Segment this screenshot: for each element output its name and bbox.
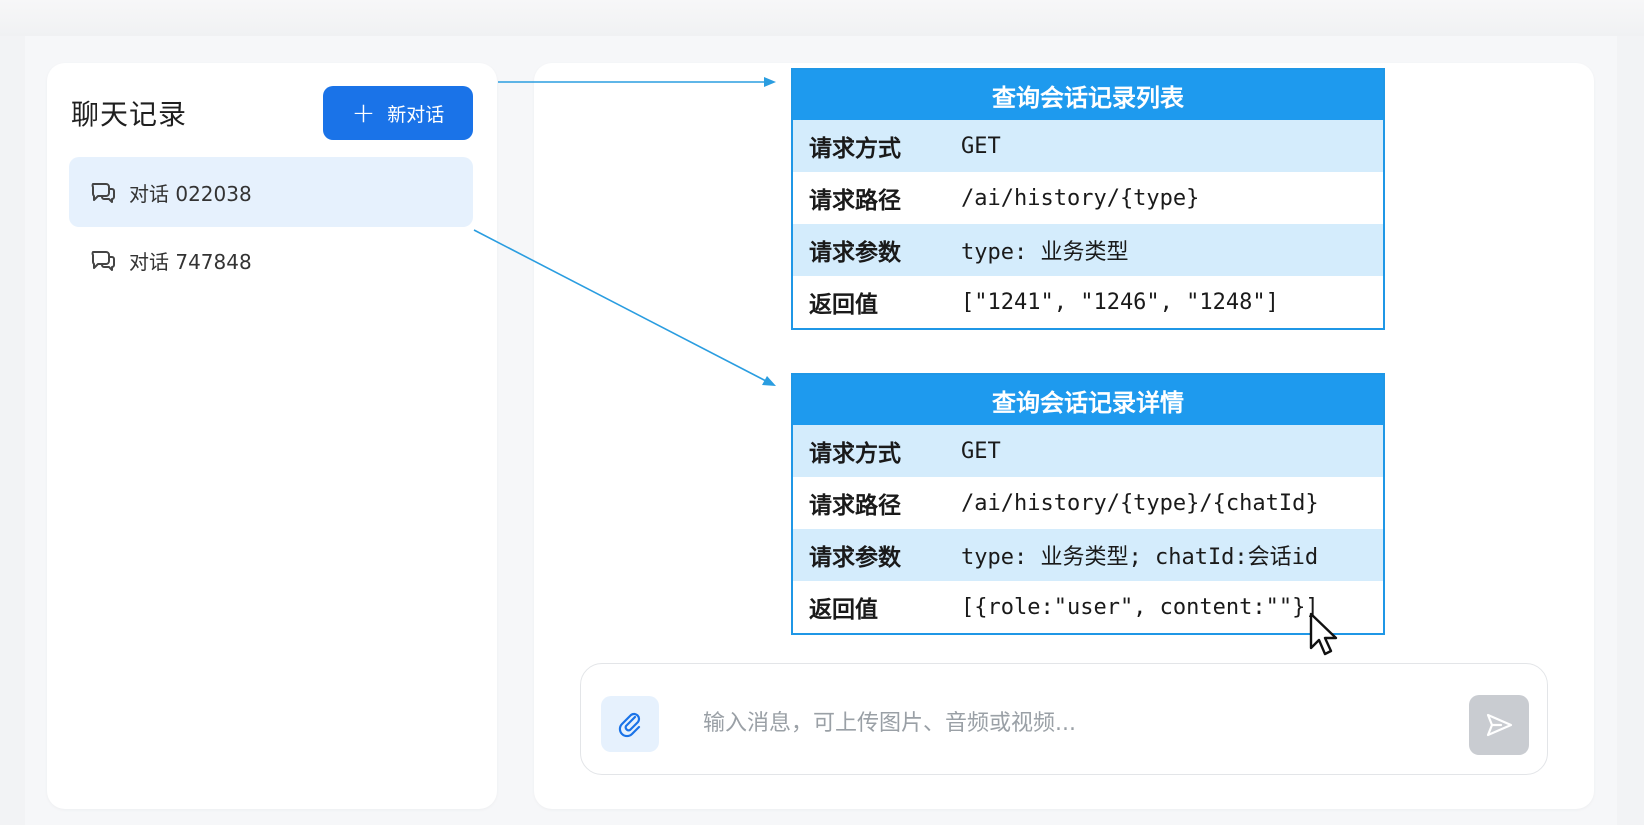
window-top-strip (0, 0, 1644, 36)
chat-bubbles-icon (91, 251, 115, 271)
api-row-key: 请求路径 (809, 493, 901, 519)
api-row-value: type: 业务类型; chatId:会话id (961, 545, 1319, 570)
paperclip-icon (618, 712, 641, 738)
send-button[interactable] (1469, 695, 1529, 755)
api-row-value: /ai/history/{type} (961, 185, 1200, 211)
api-row-key: 请求路径 (809, 188, 901, 214)
new-chat-label: 新对话 (387, 103, 445, 126)
api-row-value: type: 业务类型 (961, 240, 1129, 265)
api-row-path: 请求路径 /ai/history/{type} (793, 172, 1383, 224)
api-row-return: 返回值 [{role:"user", content:""}] (793, 581, 1383, 633)
api-row-key: 返回值 (809, 597, 878, 623)
api-row-key: 请求方式 (809, 136, 901, 162)
new-chat-button[interactable]: + 新对话 (323, 86, 473, 140)
api-row-return: 返回值 ["1241", "1246", "1248"] (793, 276, 1383, 328)
chat-item-label: 对话 747848 (129, 249, 252, 274)
message-composer (580, 663, 1548, 775)
chat-bubbles-icon (91, 183, 115, 203)
api-row-params: 请求参数 type: 业务类型 (793, 224, 1383, 276)
api-row-key: 请求参数 (809, 545, 901, 571)
api-row-method: 请求方式 GET (793, 120, 1383, 172)
chat-item-label: 对话 022038 (129, 181, 252, 206)
api-row-method: 请求方式 GET (793, 425, 1383, 477)
api-row-path: 请求路径 /ai/history/{type}/{chatId} (793, 477, 1383, 529)
api-row-value: GET (961, 438, 1001, 464)
api-row-value: GET (961, 133, 1001, 159)
chat-list-item[interactable]: 对话 022038 (69, 157, 473, 227)
api-row-key: 请求方式 (809, 441, 901, 467)
message-input[interactable] (701, 700, 1425, 746)
api-row-key: 请求参数 (809, 240, 901, 266)
api-card-title: 查询会话记录列表 (793, 70, 1383, 120)
chat-list-item[interactable]: 对话 747848 (69, 225, 473, 295)
attach-button[interactable] (601, 696, 659, 752)
api-card-history-detail: 查询会话记录详情 请求方式 GET 请求路径 /ai/history/{type… (791, 373, 1385, 635)
api-row-params: 请求参数 type: 业务类型; chatId:会话id (793, 529, 1383, 581)
chat-history-sidebar: 聊天记录 + 新对话 对话 022038 对话 747848 (47, 63, 497, 809)
api-row-value: /ai/history/{type}/{chatId} (961, 490, 1319, 516)
api-card-history-list: 查询会话记录列表 请求方式 GET 请求路径 /ai/history/{type… (791, 68, 1385, 330)
mouse-cursor-icon (1309, 612, 1338, 656)
api-row-key: 返回值 (809, 292, 878, 318)
send-icon (1486, 713, 1513, 737)
api-row-value: [{role:"user", content:""}] (961, 594, 1319, 620)
api-row-value: ["1241", "1246", "1248"] (961, 289, 1279, 315)
api-card-title: 查询会话记录详情 (793, 375, 1383, 425)
plus-icon: + (351, 96, 376, 129)
sidebar-title: 聊天记录 (71, 98, 188, 131)
